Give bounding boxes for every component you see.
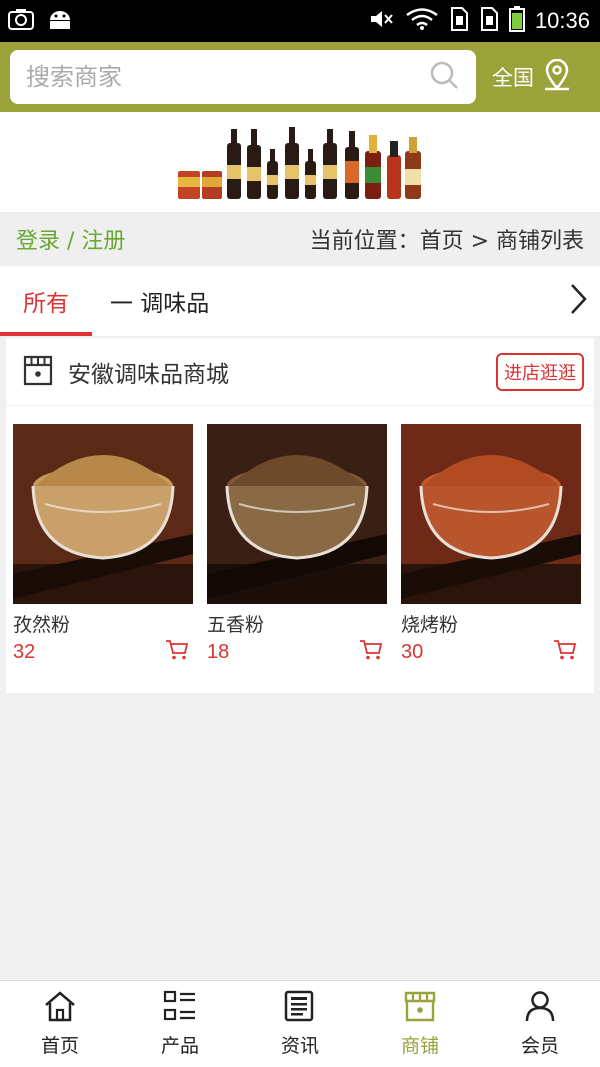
nav-label: 产品 [160,1035,199,1057]
status-bar: 10:36 [0,0,600,42]
region-label: 全国 [492,66,534,90]
nav-news[interactable]: 资讯 [240,981,360,1067]
top-header: 全国 [0,42,600,112]
banner-image [175,121,425,203]
product-card[interactable]: 五香粉 18 [207,424,387,665]
category-tabs: 所有 一 调味品 [0,266,600,336]
shop-icon [403,990,437,1027]
nav-label: 首页 [40,1035,79,1057]
grid-list-icon [163,990,197,1027]
product-image[interactable] [207,424,387,604]
product-image[interactable] [401,424,581,604]
nav-shops[interactable]: 商铺 [360,981,480,1067]
shop-card: 安徽调味品商城 进店逛逛 孜然粉 32 五香粉 18 烧烤粉 30 [6,338,594,693]
add-to-cart-icon[interactable] [553,639,577,665]
nav-label: 资讯 [280,1035,319,1057]
shop-name[interactable]: 安徽调味品商城 [68,355,229,389]
product-name[interactable]: 五香粉 [207,610,387,637]
tab-all[interactable]: 所有 [0,266,92,336]
product-price: 18 [207,640,230,663]
screenshot-icon [8,8,34,34]
login-register-link[interactable]: 登录 / 注册 [16,223,125,255]
add-to-cart-icon[interactable] [165,639,189,665]
news-icon [283,990,317,1027]
product-price: 30 [401,640,424,663]
home-icon [43,990,77,1027]
nav-home[interactable]: 首页 [0,981,120,1067]
wifi-icon [405,8,439,34]
promo-banner[interactable] [0,112,600,212]
location-pin-icon [542,58,572,96]
android-icon [48,8,72,34]
search-icon[interactable] [428,59,460,95]
shop-header[interactable]: 安徽调味品商城 进店逛逛 [6,338,594,406]
sim2-icon [479,7,499,35]
tab-seasoning[interactable]: 一 调味品 [110,284,209,318]
nav-member[interactable]: 会员 [480,981,600,1067]
sim1-icon [449,7,469,35]
battery-icon [508,6,525,36]
product-card[interactable]: 孜然粉 32 [13,424,193,665]
chevron-right-icon[interactable] [568,282,588,320]
product-price: 32 [13,640,36,663]
product-list: 孜然粉 32 五香粉 18 烧烤粉 30 [6,406,594,665]
visit-store-button[interactable]: 进店逛逛 [496,352,584,391]
bottom-nav: 首页 产品 资讯 商铺 会员 [0,980,600,1067]
product-name[interactable]: 烧烤粉 [401,610,581,637]
product-card[interactable]: 烧烤粉 30 [401,424,581,665]
product-image[interactable] [13,424,193,604]
breadcrumb: 当前位置：首页 > 商铺列表 [309,229,584,254]
product-name[interactable]: 孜然粉 [13,610,193,637]
region-selector[interactable]: 全国 [492,58,572,96]
breadcrumb-bar: 登录 / 注册 当前位置：首页 > 商铺列表 [0,212,600,266]
nav-products[interactable]: 产品 [120,981,240,1067]
search-input[interactable] [26,63,428,91]
store-icon [22,353,54,391]
nav-label: 商铺 [400,1035,439,1057]
add-to-cart-icon[interactable] [359,639,383,665]
nav-label: 会员 [520,1035,559,1057]
clock: 10:36 [534,8,590,33]
mute-icon [369,8,395,34]
search-box[interactable] [10,50,476,104]
user-icon [523,990,557,1027]
